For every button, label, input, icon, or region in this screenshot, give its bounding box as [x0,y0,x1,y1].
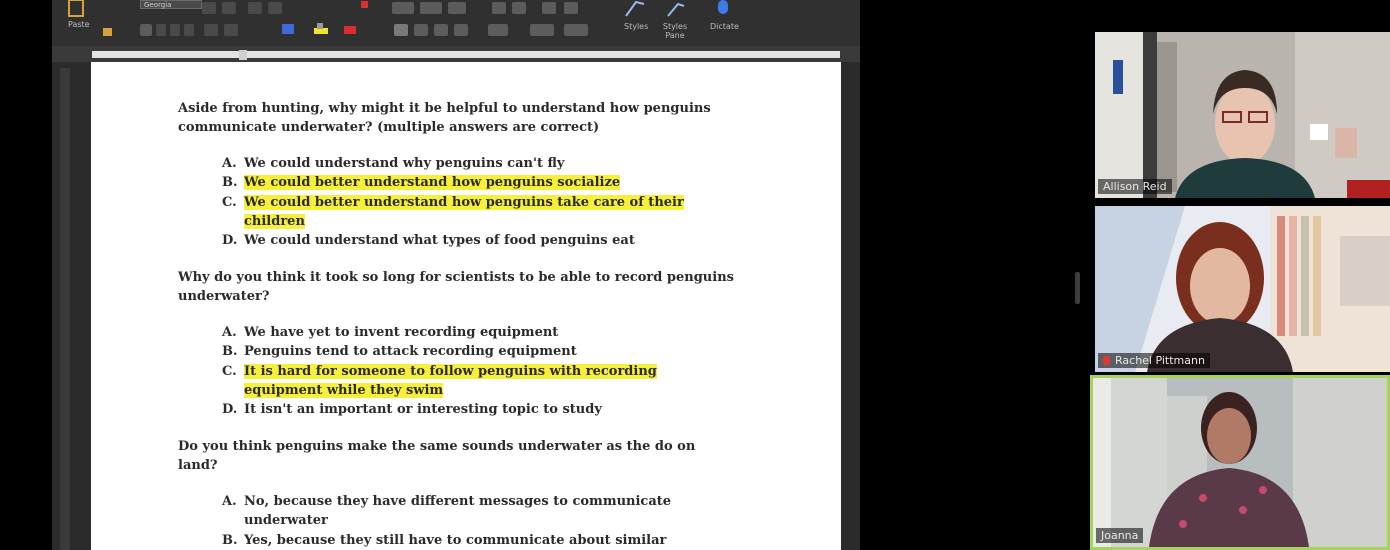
answer-text: Penguins tend to attack recording equipm… [244,344,577,359]
line-spacing-button[interactable] [488,24,508,36]
font-effects-icon[interactable] [282,22,302,36]
participant-video-tile[interactable]: Allison Reid [1095,32,1390,198]
change-case-button[interactable] [248,2,262,14]
underline-button[interactable] [170,24,180,36]
align-center-button[interactable] [414,24,428,36]
answer-3a: A. No, because they have different messa… [222,492,702,530]
screen: Paste Georgia Styles Styles Pane Dictate… [0,0,1390,550]
indent-marker[interactable] [239,50,247,60]
shading-button[interactable] [530,24,554,36]
answer-letter: A. [222,325,237,340]
subscript-button[interactable] [204,24,218,36]
answer-letter: B. [222,533,238,548]
answer-letter: B. [222,175,238,190]
participant-video-tile[interactable]: Rachel Pittmann [1095,206,1390,372]
ruler-track [92,51,840,58]
answer-letter: A. [222,494,237,509]
answer-text: No, because they have different messages… [244,494,672,509]
answer-text-continued: children [244,214,305,229]
decrease-indent-button[interactable] [492,2,506,14]
participant-name: Joanna [1096,528,1144,543]
answer-text: We have yet to invent recording equipmen… [244,325,559,340]
participant-video-image [1095,32,1390,198]
styles-icon[interactable] [622,0,650,20]
answer-letter: B. [222,344,238,359]
font-name-dropdown[interactable]: Georgia [140,0,202,9]
answer-text: It isn't an important or interesting top… [244,402,602,417]
answer-1b-highlighted: B. We could better understand how pengui… [222,173,702,192]
answer-text: We could better understand how penguins … [244,175,621,190]
panel-splitter-handle[interactable] [1075,272,1080,304]
answer-letter: C. [222,195,237,210]
question-3: Do you think penguins make the same soun… [178,437,748,475]
highlighter-icon[interactable] [314,22,336,36]
vertical-ruler [60,68,70,550]
font-size-increase-button[interactable] [202,2,216,14]
question-1: Aside from hunting, why might it be help… [178,99,748,137]
answer-1c-highlighted: C. We could better understand how pengui… [222,193,702,231]
paste-label[interactable]: Paste [68,20,90,29]
sort-button[interactable] [542,2,556,14]
show-formatting-button[interactable] [564,2,578,14]
superscript-button[interactable] [224,24,238,36]
bold-button[interactable] [140,24,152,36]
active-speaker-video-tile[interactable]: Joanna [1090,375,1390,550]
answer-text: We could understand why penguins can't f… [244,156,565,171]
question-line: underwater? [178,289,270,304]
participant-name: Rachel Pittmann [1098,353,1210,368]
numbering-button[interactable] [420,2,442,14]
styles-pane-icon[interactable] [662,0,690,20]
question-2: Why do you think it took so long for sci… [178,268,748,306]
answer-text-continued: equipment while they swim [244,383,444,398]
ribbon-toolbar: Paste Georgia Styles Styles Pane Dictate [52,0,860,47]
font-size-decrease-button[interactable] [222,2,236,14]
question-line: communicate underwater? (multiple answer… [178,120,600,135]
answer-2d: D. It isn't an important or interesting … [222,400,702,419]
microphone-icon[interactable] [712,0,736,20]
answer-text: It is hard for someone to follow penguin… [244,364,657,379]
answer-letter: C. [222,364,237,379]
styles-label[interactable]: Styles [624,22,648,31]
strikethrough-button[interactable] [184,24,194,36]
align-right-button[interactable] [434,24,448,36]
answer-letter: D. [222,233,238,248]
answer-1a: A. We could understand why penguins can'… [222,154,702,173]
answer-3b: B. Yes, because they still have to commu… [222,531,702,550]
answer-1d: D. We could understand what types of foo… [222,231,702,250]
format-painter-icon[interactable] [102,26,114,38]
justify-button[interactable] [454,24,468,36]
document-page[interactable]: Aside from hunting, why might it be help… [91,62,841,550]
answer-letter: A. [222,156,237,171]
clear-formatting-button[interactable] [268,2,282,14]
question-line: Do you think penguins make the same soun… [178,439,696,454]
borders-button[interactable] [564,24,588,36]
answer-2a: A. We have yet to invent recording equip… [222,323,702,342]
paste-icon[interactable] [66,0,88,18]
participant-name: Allison Reid [1098,179,1172,194]
styles-pane-label[interactable]: Styles Pane [658,22,692,40]
participant-video-image [1093,378,1387,547]
answer-text: We could understand what types of food p… [244,233,635,248]
question-line: Aside from hunting, why might it be help… [178,101,711,116]
font-color-top-icon[interactable] [360,0,370,10]
answer-2b: B. Penguins tend to attack recording equ… [222,342,702,361]
dictate-label[interactable]: Dictate [710,22,739,31]
word-document-window: Paste Georgia Styles Styles Pane Dictate… [52,0,860,550]
horizontal-ruler[interactable] [52,46,860,62]
question-line: land? [178,458,218,473]
answer-letter: D. [222,402,238,417]
muted-microphone-icon [1103,356,1110,365]
answer-text-continued: underwater [244,513,328,528]
align-left-button[interactable] [394,24,408,36]
multilevel-list-button[interactable] [448,2,466,14]
question-line: Why do you think it took so long for sci… [178,270,734,285]
answer-text: We could better understand how penguins … [244,195,684,210]
participant-video-image [1095,206,1390,372]
italic-button[interactable] [156,24,166,36]
answer-2c-highlighted: C. It is hard for someone to follow peng… [222,362,702,400]
increase-indent-button[interactable] [512,2,526,14]
font-color-icon[interactable] [344,22,366,36]
bullets-button[interactable] [392,2,414,14]
answer-text: Yes, because they still have to communic… [244,533,667,548]
